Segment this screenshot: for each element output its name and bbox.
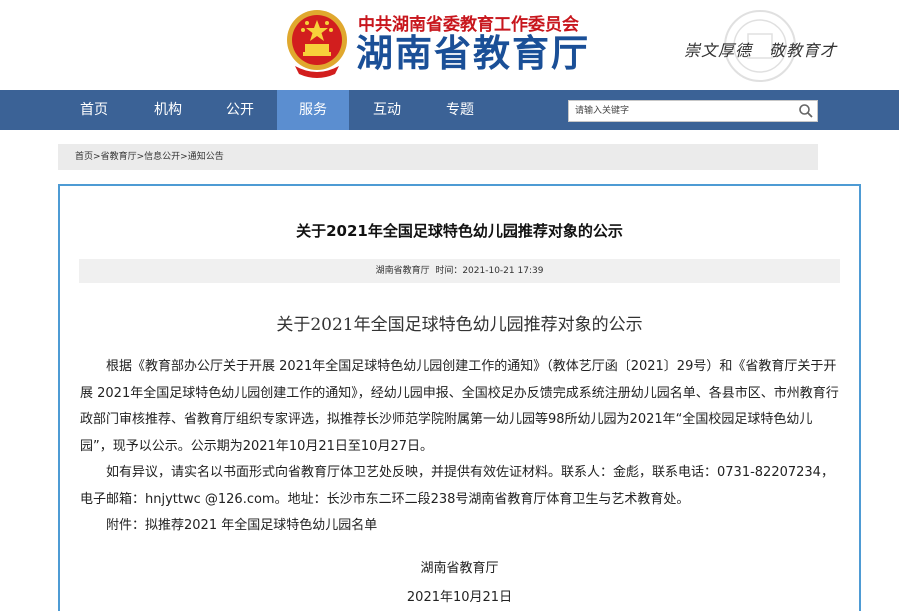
breadcrumb-dept[interactable]: 省教育厅 [101, 152, 137, 162]
breadcrumb: 首页>省教育厅>信息公开>通知公告 [58, 144, 818, 170]
nav-item-service[interactable]: 服务 [277, 90, 349, 130]
nav-item-organization[interactable]: 机构 [132, 90, 204, 130]
breadcrumb-separator: > [136, 152, 145, 162]
signature-date: 2021年10月21日 [406, 590, 513, 605]
signature: 湖南省教育厅 [420, 561, 499, 576]
nav-item-public[interactable]: 公开 [204, 90, 276, 130]
breadcrumb-home[interactable]: 首页 [75, 152, 93, 162]
nav-item-home[interactable]: 首页 [58, 90, 130, 130]
article-subtitle: 关于2021年全国足球特色幼儿园推荐对象的公示 [276, 315, 643, 335]
attachment-link[interactable]: 附件：拟推荐2021 年全国足球特色幼儿园名单 [80, 513, 844, 540]
breadcrumb-separator: > [180, 152, 188, 162]
nav-item-topics[interactable]: 专题 [424, 90, 496, 130]
breadcrumb-separator: > [93, 152, 101, 162]
search-box [568, 100, 818, 122]
article-source: 湖南省教育厅 [375, 266, 430, 276]
motto: 崇文厚德 敬教育才 [684, 41, 838, 60]
article-body: 根据《教育部办公厅关于开展 2021年全国足球特色幼儿园创建工作的通知》（教体艺… [80, 354, 844, 540]
dept-name: 湖南省教育厅 [356, 32, 590, 75]
breadcrumb-notices[interactable]: 通知公告 [188, 152, 224, 162]
body-paragraph: 如有异议，请实名以书面形式向省教育厅体卫艺处反映，并提供有效佐证材料。联系人：金… [80, 465, 834, 507]
article-time-label: 时间： [435, 266, 463, 276]
nav-item-interaction[interactable]: 互动 [351, 90, 423, 130]
body-paragraph: 根据《教育部办公厅关于开展 2021年全国足球特色幼儿园创建工作的通知》（教体艺… [80, 359, 839, 454]
breadcrumb-info-public[interactable]: 信息公开 [144, 152, 180, 162]
article-time: 2021-10-21 17:39 [462, 266, 544, 276]
article-frame: 关于2021年全国足球特色幼儿园推荐对象的公示 湖南省教育厅 时间：2021-1… [58, 184, 861, 611]
national-emblem-icon [287, 10, 347, 78]
article-meta: 湖南省教育厅 时间：2021-10-21 17:39 [79, 259, 840, 283]
search-input[interactable] [575, 101, 785, 121]
search-icon[interactable] [797, 102, 815, 120]
site-header: 中共湖南省委教育工作委员会 湖南省教育厅 崇文厚德 敬教育才 [0, 0, 899, 90]
article-title: 关于2021年全国足球特色幼儿园推荐对象的公示 [296, 222, 623, 240]
